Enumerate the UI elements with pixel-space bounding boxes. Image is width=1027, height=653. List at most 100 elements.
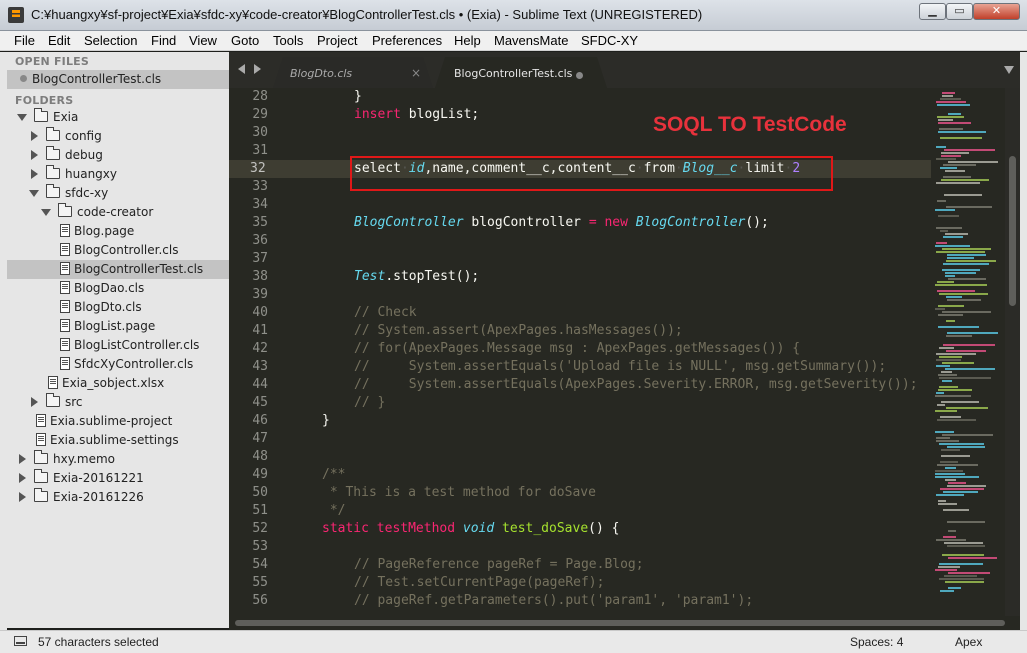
minimap-line <box>944 149 995 151</box>
tree-item-label: Exia-20161226 <box>53 490 144 504</box>
code-token: * This is a test method for doSave <box>322 485 596 500</box>
chevron-right-icon[interactable] <box>31 150 38 160</box>
line-number: 28 <box>252 89 268 104</box>
menu-find[interactable]: Find <box>151 32 176 49</box>
code-line: } <box>322 412 330 430</box>
tree-folder[interactable]: Exia-20161221 <box>7 469 229 488</box>
tree-file[interactable]: BlogDao.cls <box>7 279 229 298</box>
open-file-item[interactable]: BlogControllerTest.cls <box>7 70 229 89</box>
tree-file[interactable]: BlogController.cls <box>7 241 229 260</box>
tree-folder[interactable]: Exia-20161226 <box>7 488 229 507</box>
chevron-right-icon[interactable] <box>31 169 38 179</box>
chevron-right-icon[interactable] <box>31 131 38 141</box>
tree-folder[interactable]: src <box>7 393 229 412</box>
menu-view[interactable]: View <box>189 32 217 49</box>
maximize-button[interactable]: ▭ <box>946 3 973 20</box>
tab-blogdto[interactable]: BlogDto.cls × <box>273 57 433 88</box>
minimap-line <box>935 476 979 478</box>
syntax-status[interactable]: Apex <box>955 635 982 649</box>
minimap-line <box>936 359 961 361</box>
menu-selection[interactable]: Selection <box>84 32 137 49</box>
tree-folder[interactable]: huangxy <box>7 165 229 184</box>
minimap-line <box>938 314 963 316</box>
tab-list-dropdown-icon[interactable] <box>1004 66 1014 74</box>
tab-label: BlogDto.cls <box>290 67 353 80</box>
chevron-down-icon[interactable] <box>29 190 39 197</box>
minimap-line <box>935 245 970 247</box>
minimap-line <box>943 263 989 265</box>
code-line: */ <box>322 502 346 520</box>
menu-goto[interactable]: Goto <box>231 32 259 49</box>
chevron-down-icon[interactable] <box>41 209 51 216</box>
minimap[interactable] <box>931 88 1005 616</box>
tree-file[interactable]: Blog.page <box>7 222 229 241</box>
menu-preferences[interactable]: Preferences <box>372 32 442 49</box>
horizontal-scroll-thumb[interactable] <box>235 620 1005 626</box>
tree-file[interactable]: BlogDto.cls <box>7 298 229 317</box>
minimize-button[interactable]: ▁ <box>919 3 946 20</box>
tree-file[interactable]: Exia.sublime-project <box>7 412 229 431</box>
tab-close-icon[interactable]: × <box>411 66 421 80</box>
menu-sfdc-xy[interactable]: SFDC-XY <box>581 32 638 49</box>
menu-mavensmate[interactable]: MavensMate <box>494 32 568 49</box>
menu-help[interactable]: Help <box>454 32 481 49</box>
selection-status: 57 characters selected <box>38 635 159 649</box>
minimap-line <box>944 542 983 544</box>
menu-edit[interactable]: Edit <box>48 32 70 49</box>
tree-folder[interactable]: debug <box>7 146 229 165</box>
line-number: 45 <box>252 395 268 410</box>
tree-folder[interactable]: Exia <box>7 108 229 127</box>
line-number: 38 <box>252 269 268 284</box>
tree-file[interactable]: Exia_sobject.xlsx <box>7 374 229 393</box>
minimap-line <box>943 491 978 493</box>
tree-folder[interactable]: sfdc-xy <box>7 184 229 203</box>
chevron-right-icon[interactable] <box>31 397 38 407</box>
tree-folder[interactable]: code-creator <box>7 203 229 222</box>
tree-folder[interactable]: config <box>7 127 229 146</box>
tree-item-label: BlogControllerTest.cls <box>74 262 204 276</box>
folder-icon <box>34 469 48 483</box>
file-icon <box>60 300 70 313</box>
minimap-line <box>935 473 965 475</box>
code-token: blogController <box>463 215 589 230</box>
tab-scroll-right-icon[interactable] <box>254 64 261 74</box>
chevron-right-icon[interactable] <box>19 454 26 464</box>
chevron-right-icon[interactable] <box>19 473 26 483</box>
minimap-line <box>936 437 950 439</box>
file-icon <box>36 433 46 446</box>
minimap-line <box>939 128 963 130</box>
horizontal-scrollbar[interactable] <box>229 616 1020 630</box>
minimap-line <box>937 104 970 106</box>
chevron-down-icon[interactable] <box>17 114 27 121</box>
vertical-scroll-thumb[interactable] <box>1009 156 1016 306</box>
tab-blogcontrollertest[interactable]: BlogControllerTest.cls <box>435 57 607 88</box>
menu-project[interactable]: Project <box>317 32 357 49</box>
line-number: 34 <box>252 197 268 212</box>
menu-tools[interactable]: Tools <box>273 32 303 49</box>
line-number: 56 <box>252 593 268 608</box>
panel-toggle-icon[interactable] <box>14 636 27 646</box>
tree-file[interactable]: Exia.sublime-settings <box>7 431 229 450</box>
line-number: 30 <box>252 125 268 140</box>
tab-scroll-left-icon[interactable] <box>238 64 245 74</box>
code-token: BlogController <box>354 215 464 230</box>
tree-file[interactable]: SfdcXyController.cls <box>7 355 229 374</box>
minimap-line <box>941 155 961 157</box>
line-number: 55 <box>252 575 268 590</box>
line-number: 49 <box>252 467 268 482</box>
tree-item-label: BlogListController.cls <box>74 338 200 352</box>
chevron-right-icon[interactable] <box>19 492 26 502</box>
minimap-line <box>948 161 998 163</box>
tree-item-label: Exia <box>53 110 79 124</box>
tree-file[interactable]: BlogList.page <box>7 317 229 336</box>
minimap-line <box>948 113 961 115</box>
tree-folder[interactable]: hxy.memo <box>7 450 229 469</box>
minimap-line <box>947 485 986 487</box>
close-button[interactable]: ✕ <box>973 3 1020 20</box>
menu-file[interactable]: File <box>14 32 35 49</box>
indentation-status[interactable]: Spaces: 4 <box>850 635 903 649</box>
tree-file[interactable]: BlogControllerTest.cls <box>7 260 229 279</box>
unsaved-dot-icon[interactable] <box>576 72 583 79</box>
vertical-scrollbar[interactable] <box>1005 88 1020 616</box>
tree-file[interactable]: BlogListController.cls <box>7 336 229 355</box>
